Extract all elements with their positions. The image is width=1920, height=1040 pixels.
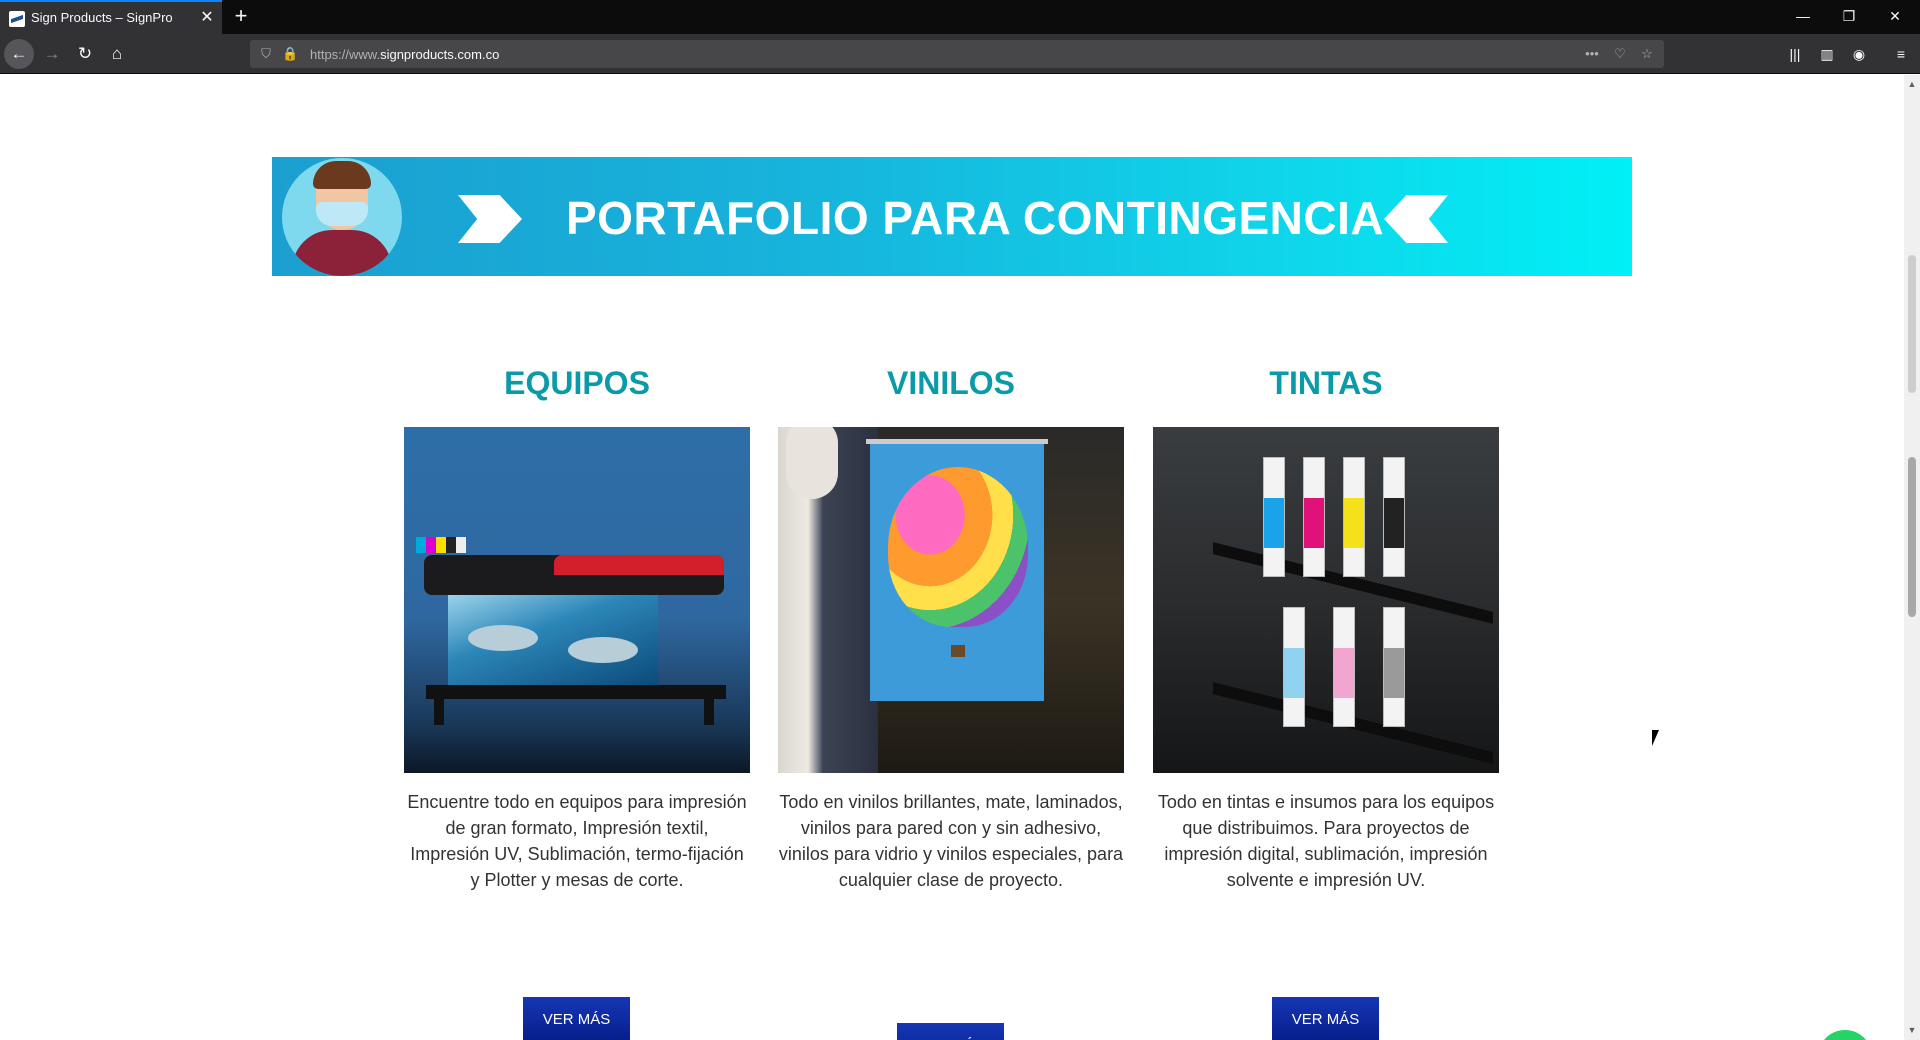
close-window-button[interactable]: ✕ xyxy=(1872,0,1918,34)
ver-mas-button[interactable]: VER MÁS xyxy=(523,997,630,1040)
card-heading[interactable]: VINILOS xyxy=(778,365,1124,402)
poster-rod xyxy=(866,439,1048,444)
chevron-left-icon xyxy=(1384,195,1448,243)
library-icon[interactable]: ||| xyxy=(1786,45,1804,63)
pocket-icon[interactable]: ♡ xyxy=(1612,46,1628,62)
ink-cartridges xyxy=(416,537,466,553)
site-favicon-icon xyxy=(9,11,25,27)
card-heading[interactable]: EQUIPOS xyxy=(404,365,750,402)
scroll-up-arrow-icon[interactable]: ▲ xyxy=(1904,77,1920,91)
card-description: Todo en tintas e insumos para los equipo… xyxy=(1157,792,1495,890)
url-bar[interactable]: ⛉ 🔒 https://www.signproducts.com.co ••• … xyxy=(250,40,1664,68)
face-mask xyxy=(316,202,368,226)
printed-media xyxy=(448,595,658,685)
reload-button[interactable]: ↻ xyxy=(70,39,100,69)
printer-leg xyxy=(704,685,714,725)
printer-leg xyxy=(434,685,444,725)
sidebar-icon[interactable]: ▥ xyxy=(1818,45,1836,63)
card-description: Encuentre todo en equipos para impresión… xyxy=(407,792,747,890)
page-viewport: PORTAFOLIO PARA CONTINGENCIA EQUIPOS Enc… xyxy=(0,75,1904,1040)
card-description: Todo en vinilos brillantes, mate, lamina… xyxy=(778,792,1124,890)
hot-air-balloon xyxy=(888,467,1028,627)
lock-icon[interactable]: 🔒 xyxy=(282,46,298,62)
back-button[interactable]: ← xyxy=(4,39,34,69)
ink-cartridge xyxy=(1263,457,1285,577)
dolphin-shape xyxy=(568,637,638,663)
printer-stand xyxy=(426,685,726,699)
page-actions-icon[interactable]: ••• xyxy=(1580,46,1604,62)
url-scheme: https://www. xyxy=(310,47,381,62)
banner-title: PORTAFOLIO PARA CONTINGENCIA xyxy=(566,192,1385,244)
ink-cartridge xyxy=(1333,607,1355,727)
mouse-cursor-icon xyxy=(1652,730,1659,746)
ink-cartridge xyxy=(1283,607,1305,727)
ink-cartridge xyxy=(1343,457,1365,577)
home-button[interactable]: ⌂ xyxy=(102,39,132,69)
whatsapp-button[interactable]: ✆ xyxy=(1818,1030,1872,1040)
account-icon[interactable]: ◉ xyxy=(1850,45,1868,63)
scrollbar-thumb[interactable] xyxy=(1908,457,1916,617)
avatar-shirt xyxy=(292,230,392,276)
vinyl-image[interactable] xyxy=(778,427,1124,773)
dolphin-shape xyxy=(468,625,538,651)
menu-icon[interactable]: ≡ xyxy=(1892,45,1910,63)
scrollbar-track-highlight xyxy=(1908,255,1916,393)
ink-cartridge xyxy=(1303,457,1325,577)
tab-close-icon[interactable]: ✕ xyxy=(198,9,216,27)
bookmark-star-icon[interactable]: ☆ xyxy=(1639,46,1655,62)
printer-image[interactable] xyxy=(404,427,750,773)
contingency-banner: PORTAFOLIO PARA CONTINGENCIA xyxy=(272,157,1632,276)
page-scrollbar[interactable]: ▲ ▼ xyxy=(1904,75,1920,1040)
new-tab-button[interactable]: + xyxy=(230,5,252,27)
tab-title: Sign Products – SignPro xyxy=(31,10,173,25)
balloon-basket xyxy=(951,645,965,657)
tracking-shield-icon[interactable]: ⛉ xyxy=(258,46,274,62)
avatar-hair xyxy=(313,161,371,189)
chevron-right-icon xyxy=(458,195,522,243)
url-text[interactable]: https://www.signproducts.com.co xyxy=(310,47,499,62)
minimize-button[interactable]: — xyxy=(1780,0,1826,34)
restore-button[interactable]: ❐ xyxy=(1826,0,1872,34)
mannequin-head xyxy=(786,427,838,499)
inks-image[interactable] xyxy=(1153,427,1499,773)
scroll-down-arrow-icon[interactable]: ▼ xyxy=(1904,1023,1920,1037)
tab-bar: Sign Products – SignPro ✕ + — ❐ ✕ xyxy=(0,0,1920,34)
ink-cartridge xyxy=(1383,457,1405,577)
navigation-toolbar: ← → ↻ ⌂ ⛉ 🔒 https://www.signproducts.com… xyxy=(0,34,1920,74)
card-heading[interactable]: TINTAS xyxy=(1153,365,1499,402)
url-host: signproducts.com.co xyxy=(380,47,500,62)
ver-mas-button[interactable]: VER MÁS xyxy=(897,1023,1004,1040)
printer-cover xyxy=(554,555,724,575)
ink-cartridge xyxy=(1383,607,1405,727)
masked-person-illustration xyxy=(282,158,402,276)
ver-mas-button[interactable]: VER MÁS xyxy=(1272,997,1379,1040)
tab-sign-products[interactable]: Sign Products – SignPro ✕ xyxy=(0,0,222,34)
forward-button[interactable]: → xyxy=(37,39,67,69)
